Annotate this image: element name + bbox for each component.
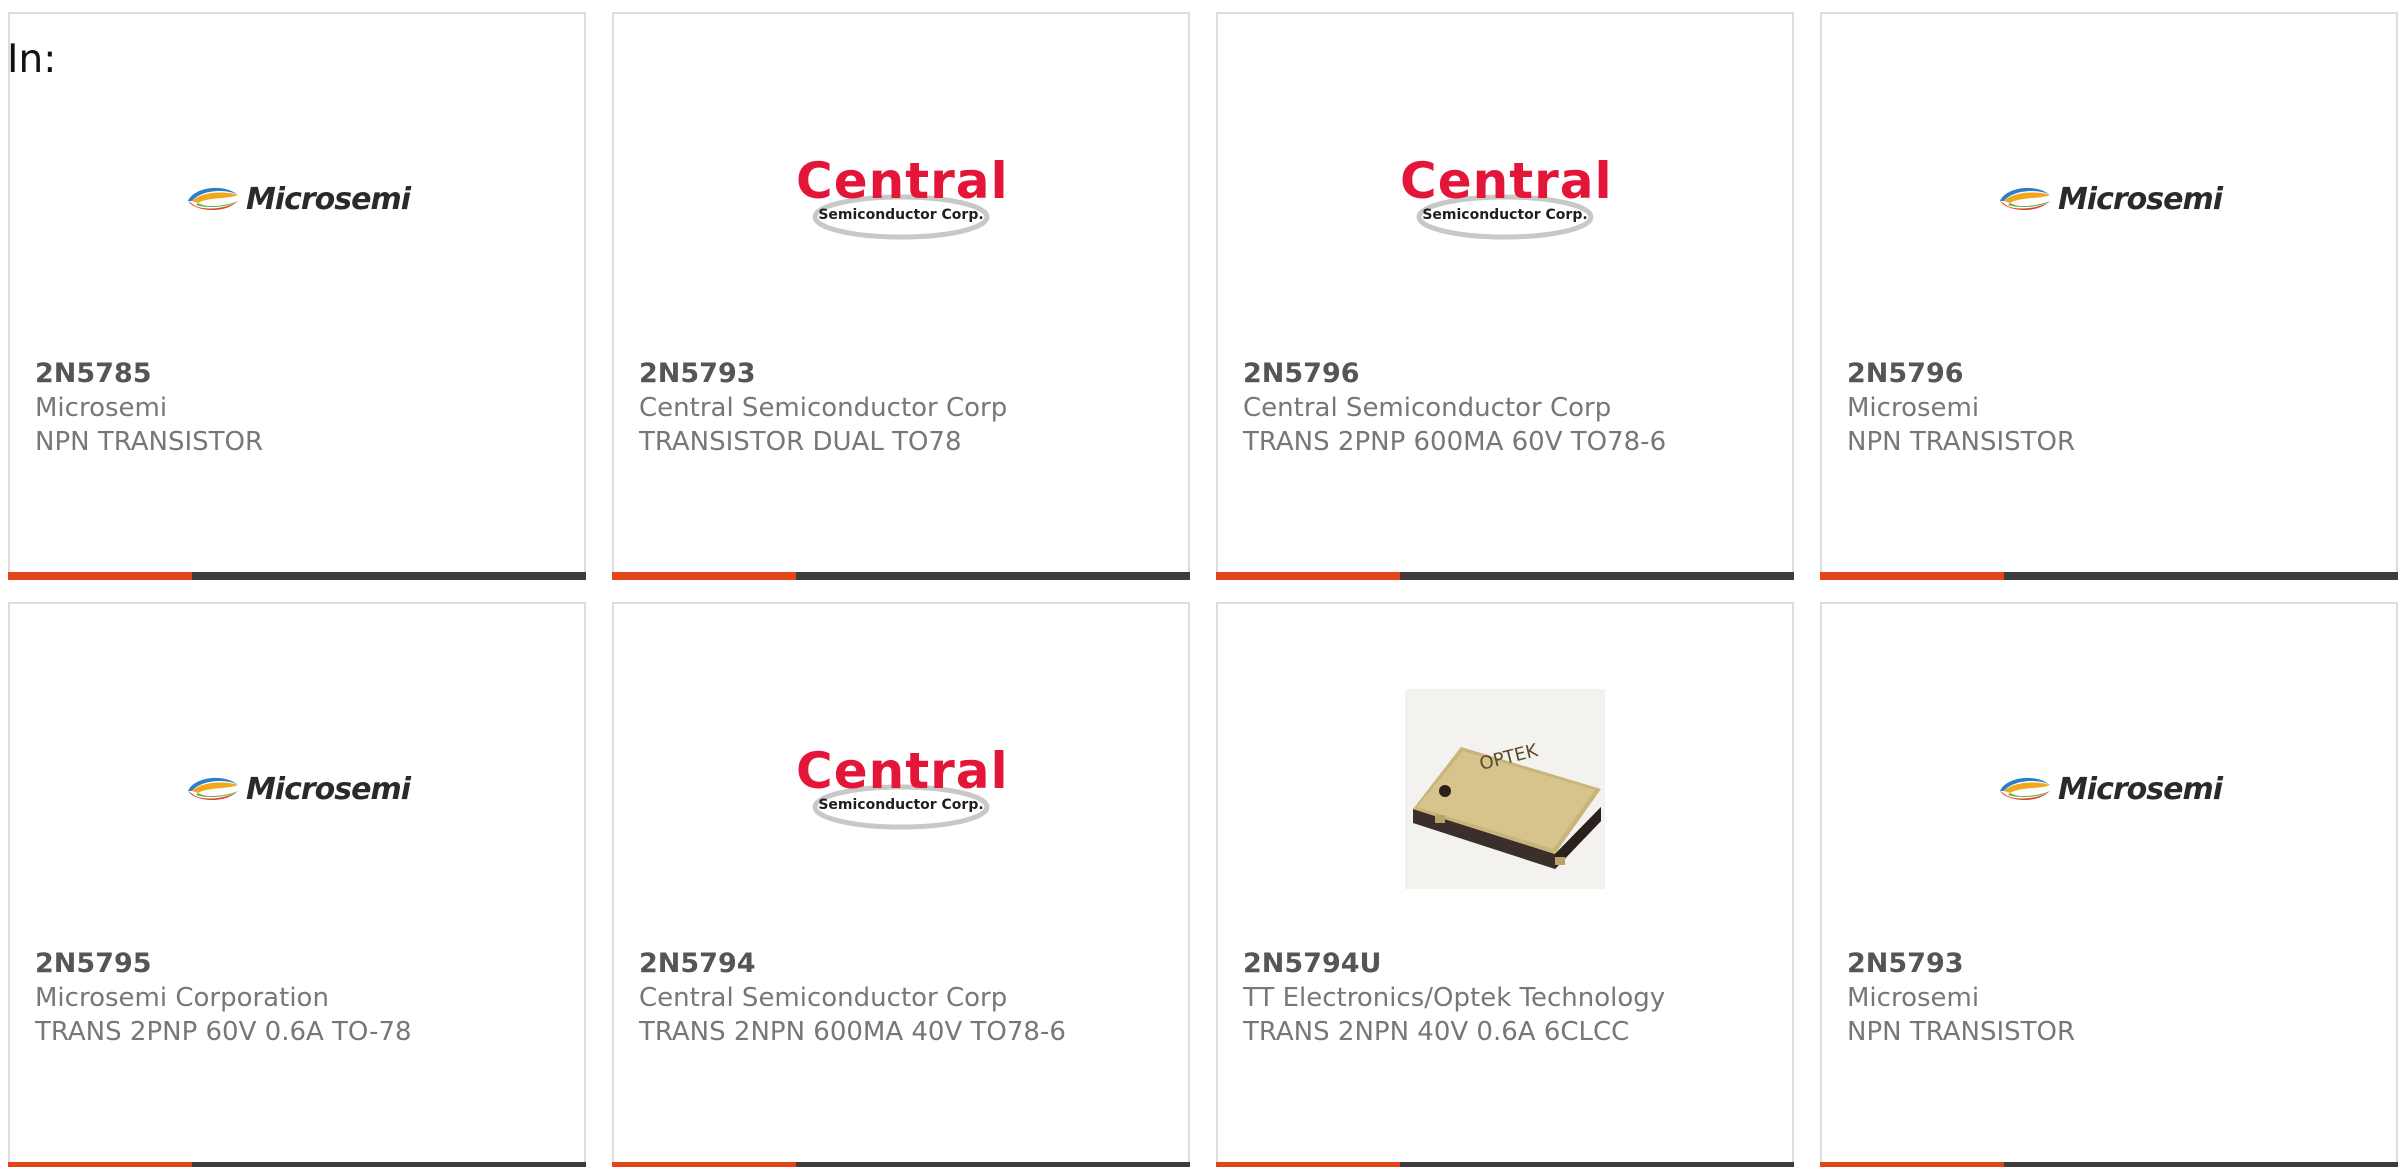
part-number[interactable]: 2N5796 <box>1847 357 2376 391</box>
product-results-page: In: Microsemi 2N5785 Microsemi NPN TRANS… <box>0 0 2400 1167</box>
card-accent-bar <box>8 1162 586 1167</box>
product-image: Microsemi <box>1822 714 2396 864</box>
card-accent-bar <box>612 572 1190 580</box>
microsemi-logo-text: Microsemi <box>245 771 411 807</box>
product-image: Microsemi <box>10 714 584 864</box>
central-logo-text: Central <box>796 742 1009 800</box>
card-accent-bar-highlight <box>8 572 192 580</box>
central-logo-text: Central <box>1400 152 1613 210</box>
central-logo: Central Semiconductor Corp. <box>1400 152 1613 244</box>
microsemi-swirl-icon <box>1999 777 2050 801</box>
manufacturer: Central Semiconductor Corp <box>1243 393 1612 423</box>
card-accent-bar-highlight <box>612 572 796 580</box>
part-number[interactable]: 2N5793 <box>639 357 1168 391</box>
microsemi-logo: Microsemi <box>184 181 411 217</box>
part-number[interactable]: 2N5795 <box>35 947 564 981</box>
product-card[interactable]: Microsemi 2N5796 Microsemi NPN TRANSISTO… <box>1820 12 2398 580</box>
product-description: TRANS 2NPN 40V 0.6A 6CLCC <box>1243 1017 1630 1047</box>
product-description: TRANS 2PNP 600MA 60V TO78-6 <box>1243 427 1667 457</box>
product-image: OPTEK <box>1218 689 1792 889</box>
central-logo: Central Semiconductor Corp. <box>796 742 1009 834</box>
microsemi-swirl-icon <box>1999 187 2050 211</box>
microsemi-logo: Microsemi <box>1996 771 2223 807</box>
card-accent-bar <box>1216 1162 1794 1167</box>
product-description: NPN TRANSISTOR <box>35 427 264 457</box>
product-image: Microsemi <box>1822 124 2396 274</box>
product-description: TRANSISTOR DUAL TO78 <box>639 427 962 457</box>
microsemi-logo-text: Microsemi <box>2057 181 2223 217</box>
product-image: Central Semiconductor Corp. <box>1218 124 1792 274</box>
chip-package-icon <box>1413 747 1601 869</box>
part-number[interactable]: 2N5793 <box>1847 947 2376 981</box>
manufacturer: TT Electronics/Optek Technology <box>1243 983 1666 1013</box>
microsemi-swirl-icon <box>187 777 238 801</box>
in-filter-label: In: <box>7 37 57 82</box>
part-number[interactable]: 2N5794U <box>1243 947 1772 981</box>
product-card[interactable]: Central Semiconductor Corp. 2N5796 Centr… <box>1216 12 1794 580</box>
product-info: 2N5793 Central Semiconductor Corp TRANSI… <box>639 357 1168 459</box>
manufacturer: Microsemi Corporation <box>35 983 329 1013</box>
part-number[interactable]: 2N5794 <box>639 947 1168 981</box>
card-accent-bar <box>1216 572 1794 580</box>
card-accent-bar <box>1820 572 2398 580</box>
card-accent-bar-highlight <box>1216 572 1400 580</box>
microsemi-logo: Microsemi <box>184 771 411 807</box>
product-card[interactable]: Central Semiconductor Corp. 2N5794 Centr… <box>612 602 1190 1167</box>
product-image: Central Semiconductor Corp. <box>614 714 1188 864</box>
manufacturer: Microsemi <box>35 393 168 423</box>
card-accent-bar-highlight <box>8 1162 192 1167</box>
card-accent-bar <box>612 1162 1190 1167</box>
central-logo-subtext: Semiconductor Corp. <box>818 207 984 223</box>
product-info: 2N5794U TT Electronics/Optek Technology … <box>1243 947 1772 1049</box>
central-logo-text: Central <box>796 152 1009 210</box>
manufacturer: Central Semiconductor Corp <box>639 983 1008 1013</box>
manufacturer: Microsemi <box>1847 983 1980 1013</box>
product-info: 2N5795 Microsemi Corporation TRANS 2PNP … <box>35 947 564 1049</box>
product-image: Central Semiconductor Corp. <box>614 124 1188 274</box>
central-logo: Central Semiconductor Corp. <box>796 152 1009 244</box>
product-info: 2N5796 Microsemi NPN TRANSISTOR <box>1847 357 2376 459</box>
product-card[interactable]: Microsemi 2N5795 Microsemi Corporation T… <box>8 602 586 1167</box>
card-accent-bar-highlight <box>1820 572 2004 580</box>
microsemi-swirl-icon <box>187 187 238 211</box>
product-info: 2N5796 Central Semiconductor Corp TRANS … <box>1243 357 1772 459</box>
product-info: 2N5793 Microsemi NPN TRANSISTOR <box>1847 947 2376 1049</box>
part-number[interactable]: 2N5796 <box>1243 357 1772 391</box>
microsemi-logo-text: Microsemi <box>2057 771 2223 807</box>
optek-chip-image: OPTEK <box>1405 689 1605 889</box>
card-accent-bar-highlight <box>1216 1162 1400 1167</box>
product-description: NPN TRANSISTOR <box>1847 1017 2076 1047</box>
product-card[interactable]: Microsemi 2N5793 Microsemi NPN TRANSISTO… <box>1820 602 2398 1167</box>
product-image: Microsemi <box>10 124 584 274</box>
manufacturer: Microsemi <box>1847 393 1980 423</box>
product-info: 2N5794 Central Semiconductor Corp TRANS … <box>639 947 1168 1049</box>
manufacturer: Central Semiconductor Corp <box>639 393 1008 423</box>
product-card[interactable]: Microsemi 2N5785 Microsemi NPN TRANSISTO… <box>8 12 586 580</box>
microsemi-logo: Microsemi <box>1996 181 2223 217</box>
product-info: 2N5785 Microsemi NPN TRANSISTOR <box>35 357 564 459</box>
product-card[interactable]: Central Semiconductor Corp. 2N5793 Centr… <box>612 12 1190 580</box>
product-grid: Microsemi 2N5785 Microsemi NPN TRANSISTO… <box>8 12 2400 1167</box>
central-logo-subtext: Semiconductor Corp. <box>818 797 984 813</box>
product-description: TRANS 2PNP 60V 0.6A TO-78 <box>35 1017 412 1047</box>
card-accent-bar <box>1820 1162 2398 1167</box>
microsemi-logo-text: Microsemi <box>245 181 411 217</box>
card-accent-bar-highlight <box>612 1162 796 1167</box>
card-accent-bar <box>8 572 586 580</box>
product-description: TRANS 2NPN 600MA 40V TO78-6 <box>639 1017 1066 1047</box>
central-logo-subtext: Semiconductor Corp. <box>1422 207 1588 223</box>
part-number[interactable]: 2N5785 <box>35 357 564 391</box>
product-card[interactable]: OPTEK 2N5794U TT Electronics/Optek Techn… <box>1216 602 1794 1167</box>
product-description: NPN TRANSISTOR <box>1847 427 2076 457</box>
card-accent-bar-highlight <box>1820 1162 2004 1167</box>
